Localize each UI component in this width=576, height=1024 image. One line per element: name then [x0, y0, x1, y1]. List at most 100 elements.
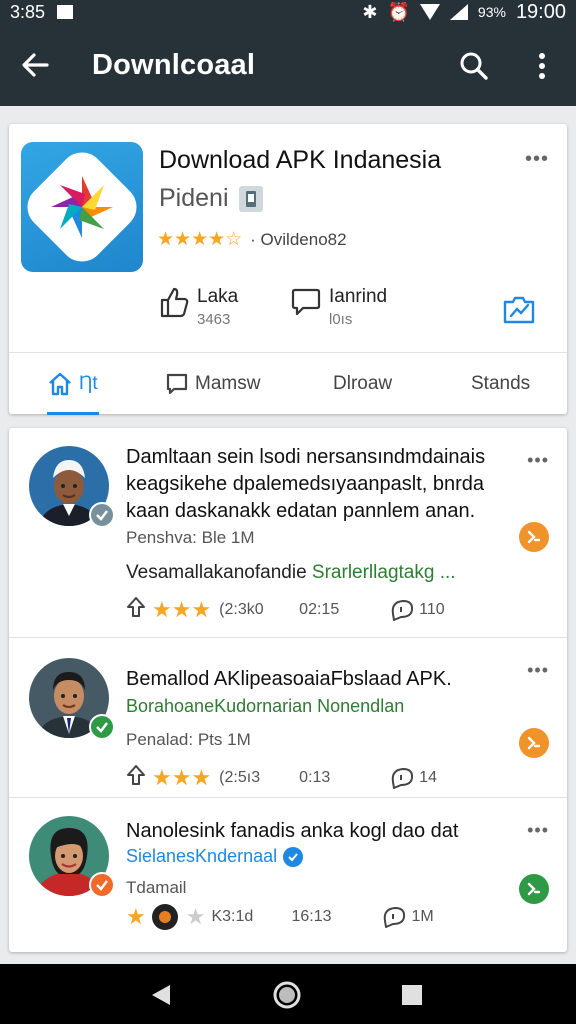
post-time: 02:15 [299, 600, 340, 618]
like-count: 3463 [197, 311, 231, 328]
post-title[interactable]: Nanolesink fanadis anka kogl dao dat [126, 818, 546, 845]
comment-icon [291, 288, 321, 316]
download-button[interactable] [519, 874, 549, 904]
post-count: (2:5ı3 [219, 768, 261, 786]
bluetooth-icon: ✱ [362, 1, 378, 22]
search-button[interactable] [452, 44, 496, 88]
post-description-link[interactable]: Srarlerllagtakg ... [312, 562, 456, 583]
battery-percent: 93% [477, 4, 506, 20]
search-icon [460, 52, 488, 80]
post-comments[interactable]: 14 [389, 766, 437, 790]
post-meta: Penalad: Pts 1M [126, 730, 251, 749]
comment-bubble-icon [384, 907, 406, 928]
feed-list: Damltaan sein lsodi nersansındmdainais k… [9, 428, 567, 952]
home-icon [49, 372, 71, 396]
post-more-button[interactable]: ••• [527, 820, 549, 841]
post-meta: Penshva: Ble 1M [126, 528, 255, 547]
status-left-time: 3:85 [10, 1, 46, 22]
download-button[interactable] [519, 728, 549, 758]
comment-button[interactable]: Ianrind l0ıs [291, 286, 387, 328]
status-time: 19:00 [515, 0, 566, 23]
list-item[interactable]: Nanolesink fanadis anka kogl dao dat •••… [9, 798, 567, 952]
app-developer[interactable]: Pideni [159, 184, 263, 213]
upvote-icon[interactable] [126, 764, 152, 791]
like-button[interactable]: Laka 3463 [159, 286, 238, 328]
download-icon [527, 736, 541, 750]
tab-stands[interactable]: Stands [471, 353, 530, 415]
avatar[interactable] [29, 816, 115, 898]
share-button[interactable] [501, 294, 537, 326]
avatar[interactable] [29, 446, 115, 528]
post-meta: Tdamail [126, 878, 187, 897]
overflow-menu-button[interactable] [522, 44, 562, 88]
page-title: Downlcoaal [92, 48, 256, 81]
avatar[interactable] [29, 658, 115, 740]
post-count: K3:1d [211, 908, 254, 925]
post-comments[interactable]: 110 [389, 598, 445, 622]
comment-bubble-icon [391, 599, 414, 621]
share-icon [503, 296, 535, 324]
signal-icon [449, 4, 468, 20]
rating-stars: ★★★★☆ [157, 229, 243, 250]
alarm-icon: ⏰ [387, 1, 410, 22]
tab-reviews-label: Mamsw [195, 373, 261, 394]
tab-reviews[interactable]: Mamsw [165, 353, 260, 415]
rating-dot-icon [151, 904, 178, 930]
tab-home[interactable]: Ƞt [47, 353, 99, 415]
post-title[interactable]: Bemallod AKlipeasoaiaFbslaad APK. [126, 666, 546, 693]
square-recents-icon [402, 985, 422, 1005]
verified-badge-icon [89, 502, 115, 528]
pinwheel-icon [51, 176, 113, 238]
post-comment-count: 1M [411, 908, 434, 925]
back-button[interactable] [0, 24, 70, 106]
tab-stands-label: Stands [471, 373, 531, 394]
post-more-button[interactable]: ••• [527, 660, 549, 681]
upvote-icon[interactable] [126, 596, 152, 623]
empty-star-icon: ★ [185, 904, 206, 929]
thumbs-up-icon [160, 287, 189, 318]
download-icon [527, 530, 541, 544]
tab-downloads[interactable]: Dlroaw [333, 353, 392, 415]
post-comment-count: 110 [419, 600, 445, 618]
wifi-icon [419, 4, 440, 20]
tab-home-label: Ƞt [79, 373, 98, 394]
app-card: Download APK Indanesia ••• Pideni ★★★★☆ … [9, 124, 567, 415]
app-bar: Downlcoaal [0, 24, 576, 106]
verified-icon [283, 846, 304, 867]
app-title: Download APK Indanesia [159, 146, 442, 174]
system-nav-bar [0, 964, 576, 1024]
tab-bar: Ƞt Mamsw Dlroaw Stands [9, 352, 567, 415]
rating-text: · Ovildeno82 [250, 229, 347, 249]
app-more-button[interactable]: ••• [525, 148, 549, 171]
nav-back-button[interactable] [144, 978, 178, 1012]
post-time: 0:13 [299, 768, 331, 786]
post-subtitle[interactable]: BorahoaneKudornarian Nonendlan [126, 696, 404, 717]
app-icon[interactable] [18, 142, 146, 272]
like-label: Laka [197, 286, 239, 307]
nav-home-button[interactable] [270, 978, 304, 1012]
tab-indicator [47, 412, 99, 415]
download-button[interactable] [519, 522, 549, 552]
post-more-button[interactable]: ••• [527, 450, 549, 471]
post-comments[interactable]: 1M [381, 905, 434, 929]
arrow-left-icon [22, 53, 49, 77]
status-bar: 3:85 ✱ ⏰ 93% 19:00 [0, 0, 576, 24]
circle-home-icon [273, 981, 301, 1009]
triangle-back-icon [152, 985, 170, 1005]
more-vert-icon [539, 53, 545, 79]
verified-badge-icon [89, 714, 115, 740]
post-stats: ★★★ (2:5ı3 0:13 14 [126, 764, 437, 791]
developer-name: Pideni [159, 184, 229, 212]
list-item[interactable]: Bemallod AKlipeasoaiaFbslaad APK. ••• Bo… [9, 638, 567, 798]
post-time: 16:13 [291, 908, 332, 925]
post-subtitle[interactable]: SielanesKndernaal [126, 846, 304, 867]
post-stars: ★ [126, 904, 146, 929]
post-subtitle-text: SielanesKndernaal [126, 846, 278, 866]
post-title[interactable]: Damltaan sein lsodi nersansındmdainais k… [126, 444, 526, 525]
post-comment-count: 14 [419, 768, 437, 786]
nav-recents-button[interactable] [395, 978, 429, 1012]
comment-label: Ianrind [329, 286, 388, 307]
post-description: Vesamallakanofandie Srarlerllagtakg ... [126, 562, 456, 584]
list-item[interactable]: Damltaan sein lsodi nersansındmdainais k… [9, 428, 567, 638]
tab-downloads-label: Dlroaw [333, 373, 393, 394]
